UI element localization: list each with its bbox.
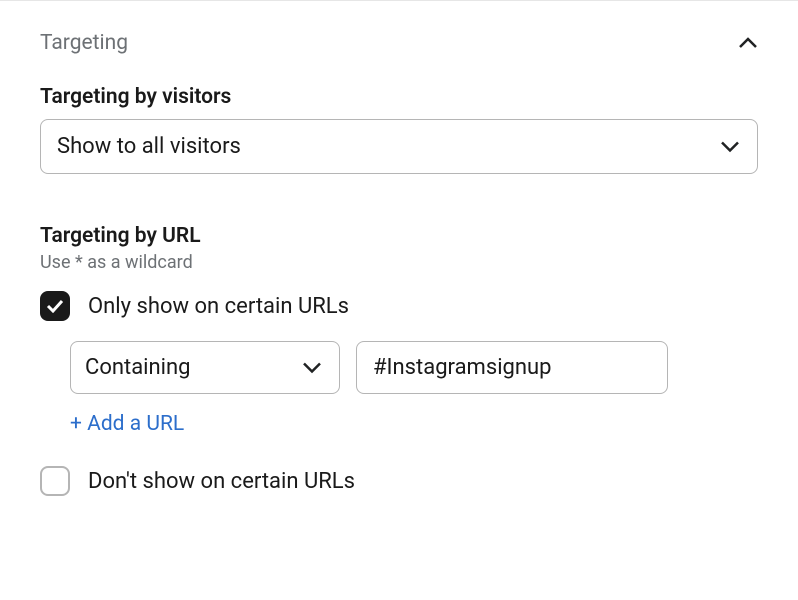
only-show-checkbox-row: Only show on certain URLs	[40, 291, 758, 321]
url-rule-row: Containing	[70, 341, 758, 394]
dont-show-checkbox[interactable]	[40, 466, 70, 496]
match-type-select-wrapper: Containing	[70, 341, 340, 394]
dont-show-checkbox-row: Don't show on certain URLs	[40, 466, 758, 496]
chevron-up-icon	[738, 33, 758, 53]
match-type-select[interactable]: Containing	[70, 341, 340, 394]
add-url-link[interactable]: + Add a URL	[70, 412, 184, 436]
url-hint: Use * as a wildcard	[40, 252, 758, 273]
url-value-input[interactable]	[356, 341, 668, 394]
visitors-select[interactable]: Show to all visitors	[40, 119, 758, 174]
visitors-select-wrapper: Show to all visitors	[40, 119, 758, 174]
targeting-section-header[interactable]: Targeting	[40, 31, 758, 55]
only-show-label: Only show on certain URLs	[88, 294, 349, 319]
dont-show-label: Don't show on certain URLs	[88, 469, 355, 494]
targeting-by-url-section: Targeting by URL Use * as a wildcard Onl…	[40, 224, 758, 496]
targeting-by-visitors-section: Targeting by visitors Show to all visito…	[40, 85, 758, 174]
url-title: Targeting by URL	[40, 224, 758, 248]
visitors-title: Targeting by visitors	[40, 85, 758, 109]
section-title: Targeting	[40, 31, 128, 55]
only-show-checkbox[interactable]	[40, 291, 70, 321]
